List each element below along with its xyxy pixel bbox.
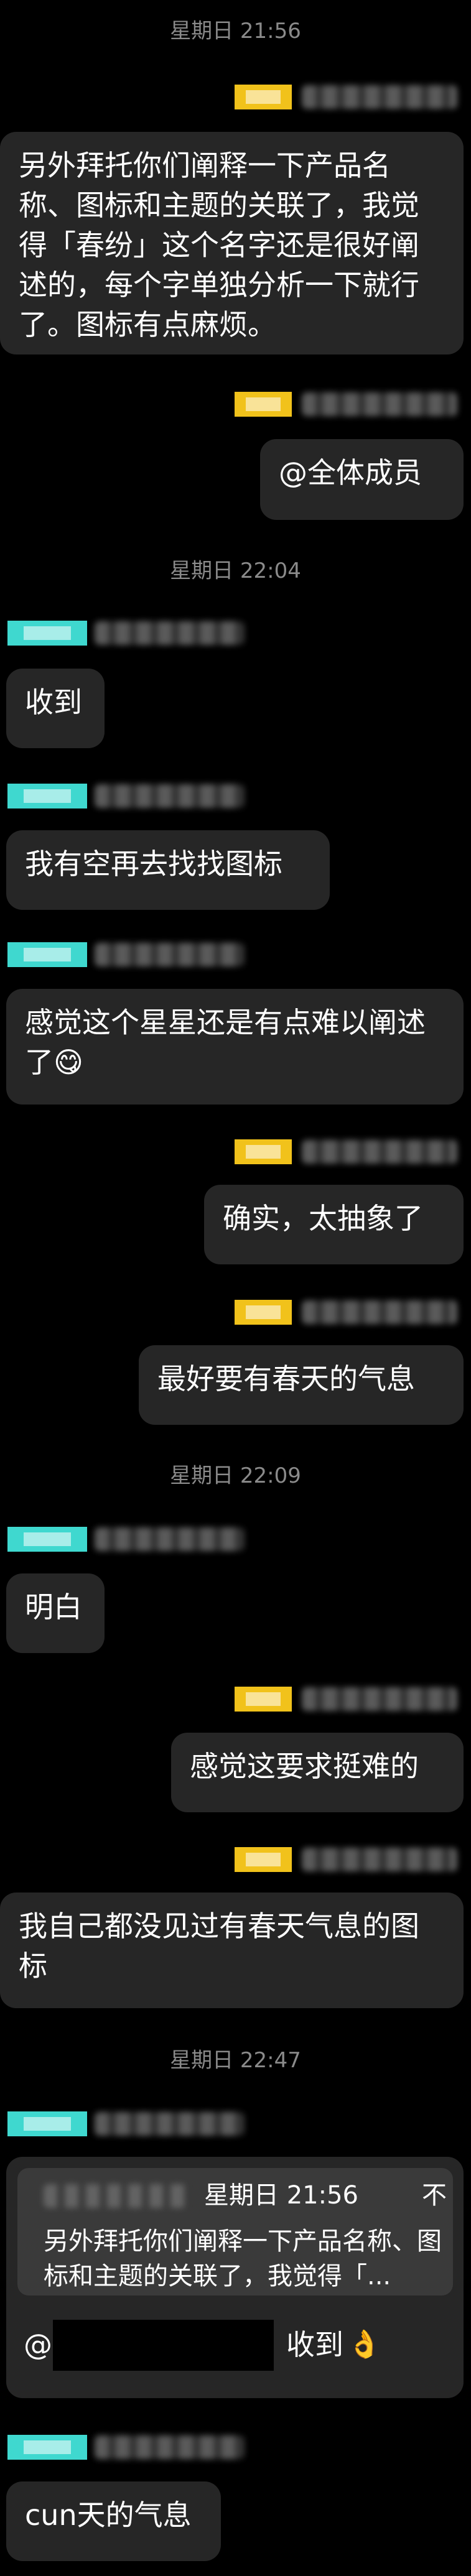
quoted-time: 星期日 21:56 <box>204 2181 358 2210</box>
quote-close-button[interactable]: 不 <box>422 2179 447 2212</box>
quoted-sender-blurred <box>44 2184 187 2208</box>
mention-at: @ <box>24 2328 52 2361</box>
message-text: @全体成员 <box>279 456 422 489</box>
reply-message-bubble[interactable]: 星期日 21:56 不 另外拜托你们阐释一下产品名称、图标和主题的关联了，我觉得… <box>6 2157 464 2398</box>
avatar[interactable] <box>235 392 292 417</box>
emoji-icon: 😋 <box>54 1045 83 1079</box>
message-bubble[interactable]: 收到 <box>6 669 105 748</box>
message-text: 确实，太抽象了 <box>223 1202 423 1235</box>
avatar[interactable] <box>7 2435 87 2460</box>
sender-name-blurred <box>95 1527 244 1551</box>
sender-name-blurred <box>95 2112 244 2136</box>
ok-hand-emoji-icon: 👌 <box>347 2328 381 2360</box>
message-text: cun天的气息 <box>25 2498 192 2532</box>
sender-name-blurred <box>302 1140 457 1164</box>
quoted-message[interactable]: 星期日 21:56 不 另外拜托你们阐释一下产品名称、图标和主题的关联了，我觉得… <box>17 2168 453 2296</box>
message-text: 我自己都没见过有春天气息的图标 <box>19 1909 419 1983</box>
message-bubble[interactable]: cun天的气息 <box>6 2481 221 2561</box>
sender-name-blurred <box>95 943 244 966</box>
sender-name-blurred <box>95 621 244 645</box>
message-text: 我有空再去找找图标 <box>25 847 282 881</box>
avatar[interactable] <box>7 621 87 646</box>
message-bubble[interactable]: 明白 <box>6 1573 105 1653</box>
avatar[interactable] <box>7 784 87 808</box>
message-bubble[interactable]: 确实，太抽象了 <box>204 1185 464 1264</box>
avatar[interactable] <box>7 2111 87 2136</box>
message-bubble[interactable]: @全体成员 <box>260 439 464 520</box>
message-text: 感觉这要求挺难的 <box>190 1749 419 1783</box>
sender-name-blurred <box>302 1300 457 1324</box>
avatar[interactable] <box>235 1847 292 1872</box>
message-text: 感觉这个星星还是有点难以阐述了 <box>25 1006 426 1079</box>
message-text: 收到 <box>25 685 82 719</box>
quoted-text: 另外拜托你们阐释一下产品名称、图标和主题的关联了，我觉得「... <box>44 2227 442 2291</box>
message-bubble[interactable]: 感觉这要求挺难的 <box>171 1733 464 1812</box>
message-text: 最好要有春天的气息 <box>157 1362 415 1396</box>
timestamp: 星期日 22:47 <box>170 2048 301 2073</box>
sender-name-blurred <box>95 2435 244 2459</box>
message-bubble[interactable]: 另外拜托你们阐释一下产品名称、图标和主题的关联了，我觉得「春纷」这个名字还是很好… <box>0 132 464 354</box>
message-bubble[interactable]: 我有空再去找找图标 <box>6 830 330 910</box>
sender-name-blurred <box>95 784 244 808</box>
message-bubble[interactable]: 我自己都没见过有春天气息的图标 <box>0 1893 464 2008</box>
sender-name-blurred <box>302 392 457 416</box>
message-bubble[interactable]: 感觉这个星星还是有点难以阐述了😋 <box>6 989 464 1105</box>
avatar[interactable] <box>235 1139 292 1164</box>
avatar[interactable] <box>235 1687 292 1712</box>
message-text: 收到 <box>286 2328 343 2361</box>
avatar[interactable] <box>235 85 292 109</box>
sender-name-blurred <box>302 1687 457 1711</box>
sender-name-blurred <box>302 85 457 109</box>
redacted-mention <box>53 2320 274 2371</box>
avatar[interactable] <box>7 942 87 967</box>
sender-name-blurred <box>302 1848 457 1871</box>
message-text: 明白 <box>25 1590 82 1624</box>
timestamp: 星期日 21:56 <box>170 19 301 44</box>
message-text: 另外拜托你们阐释一下产品名称、图标和主题的关联了，我觉得「春纷」这个名字还是很好… <box>19 149 419 341</box>
avatar[interactable] <box>235 1300 292 1325</box>
message-bubble[interactable]: 最好要有春天的气息 <box>139 1345 464 1425</box>
avatar[interactable] <box>7 1527 87 1552</box>
timestamp: 星期日 22:04 <box>170 558 301 583</box>
timestamp: 星期日 22:09 <box>170 1463 301 1488</box>
